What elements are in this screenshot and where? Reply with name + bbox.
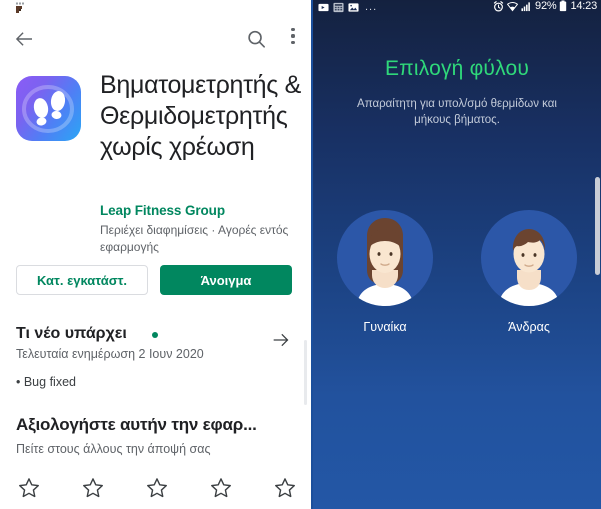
star-outline-icon[interactable] [80,475,106,501]
more-vert-icon[interactable] [285,28,301,51]
gender-options: Γυναίκα Άνδρας [313,210,601,334]
status-bar-left: ... [318,1,377,13]
arrow-right-icon[interactable] [270,329,292,351]
new-badge-dot [152,332,158,338]
battery-icon [560,0,567,12]
app-bar [0,24,313,58]
gender-label-male: Άνδρας [508,320,550,334]
wifi-icon [507,1,519,11]
image-icon [348,2,359,12]
gender-option-female[interactable]: Γυναίκα [313,210,457,334]
page-subtitle: Απαραίτητη για υπολ/σμό θερμίδων και μήκ… [357,98,557,126]
left-panel-scrollbar[interactable] [304,340,307,405]
calculator-icon [333,2,344,12]
clock-text: 14:23 [570,0,597,12]
battery-percent-text: 92% [535,0,557,12]
page-title: Επιλογή φύλου [384,57,530,80]
video-icon [318,3,329,11]
whats-new-title: Τι νέο υπάρχει [16,325,127,342]
search-icon[interactable] [245,28,268,51]
star-outline-icon[interactable] [16,475,42,501]
developer-name[interactable]: Leap Fitness Group [100,203,225,218]
star-outline-icon[interactable] [272,475,298,501]
rate-app-subtitle: Πείτε στους άλλους την άποψή σας [16,442,211,456]
status-bar-right: 92% 14:23 [493,0,597,12]
alarm-icon [493,0,504,11]
release-notes-text: • Bug fixed [16,375,76,389]
gender-option-male[interactable]: Άνδρας [457,210,601,334]
app-title: Βηματομετρητής & Θερμιδομετρητής χωρίς χ… [100,71,302,161]
app-meta: Περιέχει διαφημίσεις · Αγορές εντός εφαρ… [100,223,289,254]
gender-label-female: Γυναίκα [363,320,407,334]
male-avatar-icon [481,210,577,306]
open-button[interactable]: Άνοιγμα [160,265,292,295]
play-store-panel: Βηματομετρητής & Θερμιδομετρητής χωρίς χ… [0,0,313,509]
last-updated-text: Τελευταία ενημέρωση 2 Ιουν 2020 [16,347,204,361]
signal-icon [521,1,530,11]
gender-select-panel: ... 92% 14:23 Επιλογή φύλου Απαραίτητη γ… [313,0,601,509]
star-outline-icon[interactable] [144,475,170,501]
star-rating-row [16,475,298,501]
female-avatar-icon [337,210,433,306]
screenshot-root: Βηματομετρητής & Θερμιδομετρητής χωρίς χ… [0,0,601,509]
action-buttons: Κατ. εγκατάστ. Άνοιγμα [0,265,313,295]
pedometer-app-icon [16,76,81,141]
status-overflow-dots: ... [365,1,378,13]
back-arrow-icon[interactable] [12,27,36,51]
rate-app-title: Αξιολογήστε αυτήν την εφαρ... [16,415,257,434]
app-thumbnail-icon [16,2,24,13]
uninstall-button[interactable]: Κατ. εγκατάστ. [16,265,148,295]
star-outline-icon[interactable] [208,475,234,501]
right-panel-scrollbar[interactable] [595,177,600,275]
status-bar: ... 92% 14:23 [313,0,601,16]
